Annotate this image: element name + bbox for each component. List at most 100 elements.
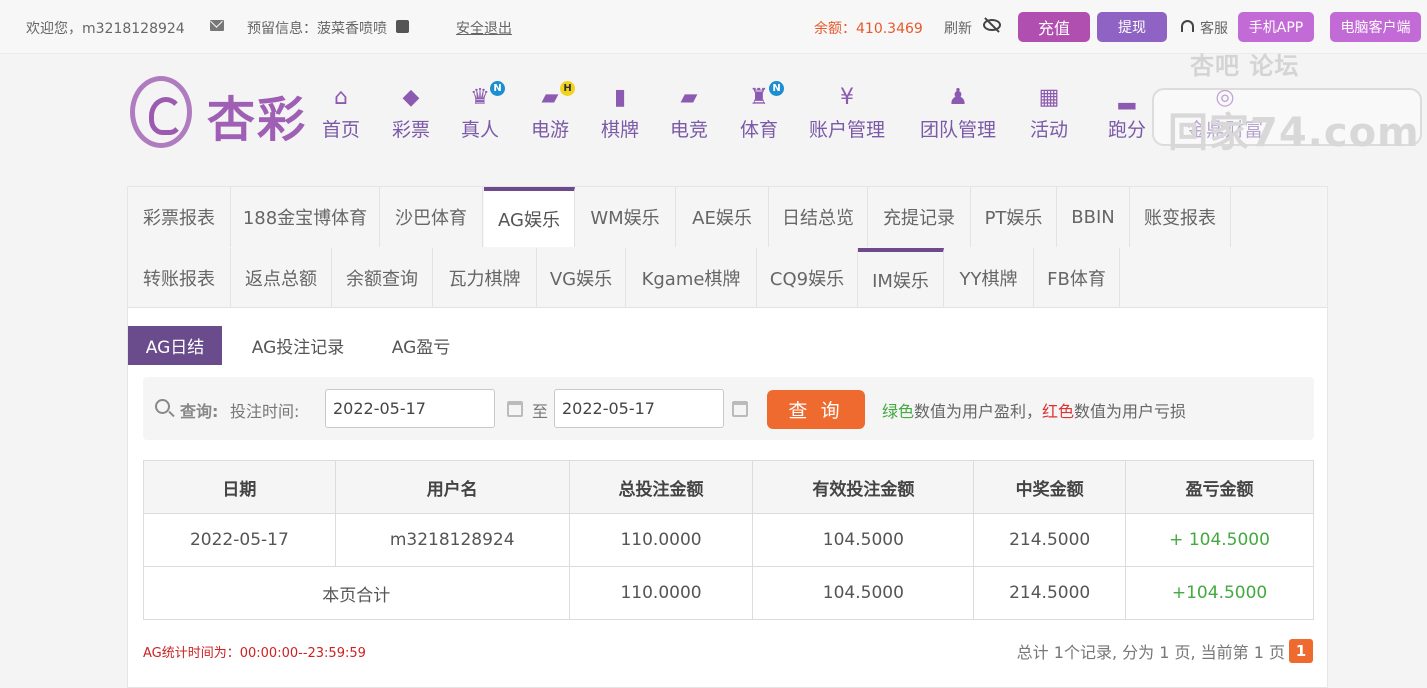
logo-text: 杏彩 xyxy=(207,92,308,148)
end-date-input[interactable] xyxy=(554,389,724,428)
nav-label: 首页 xyxy=(322,119,361,141)
nav-label: 电游 xyxy=(531,119,570,141)
cell-profit-loss: + 104.5000 xyxy=(1125,513,1314,567)
calendar-icon[interactable] xyxy=(507,401,523,417)
cell-total-bet: 110.0000 xyxy=(568,513,754,567)
tab-report_tabs_row2-1[interactable]: 返点总额 xyxy=(231,248,332,308)
tab-report_tabs_row2-7[interactable]: IM娱乐 xyxy=(858,248,944,308)
nav-badge: N xyxy=(490,81,505,96)
nav-label: 跑分 xyxy=(1108,119,1147,141)
recharge-button[interactable]: 充值 xyxy=(1018,12,1090,42)
gamepad-icon: ▰ H xyxy=(535,81,575,110)
customer-service-link[interactable]: 客服 xyxy=(1200,18,1228,38)
nav-label: 彩票 xyxy=(392,119,431,141)
col-header-date: 日期 xyxy=(143,460,336,514)
nav-item-8[interactable]: ♟ 团队管理 xyxy=(920,86,996,142)
nav-label: 活动 xyxy=(1030,119,1069,141)
nav-item-4[interactable]: ▮ 棋牌 xyxy=(601,86,639,142)
table-header-row: 日期 用户名 总投注金额 有效投注金额 中奖金额 盈亏金额 xyxy=(143,460,1314,514)
tab-report_tabs_row1-5[interactable]: AE娱乐 xyxy=(676,187,769,247)
tab-report_tabs_row1-4[interactable]: WM娱乐 xyxy=(575,187,676,247)
tab-report_tabs_row1-6[interactable]: 日结总览 xyxy=(769,187,868,247)
nav-item-6[interactable]: ♜ N 体育 xyxy=(740,81,784,142)
lottery-ticket-icon: ◆ xyxy=(402,85,420,110)
nav-item-10[interactable]: ▂ 跑分 xyxy=(1108,86,1146,142)
col-header-valid-bet: 有效投注金额 xyxy=(752,460,975,514)
tab-report_tabs_row2-0[interactable]: 转账报表 xyxy=(128,248,231,308)
calendar-icon[interactable] xyxy=(732,401,748,417)
trophy-icon: ♜ N xyxy=(744,81,784,110)
refresh-link[interactable]: 刷新 xyxy=(944,18,972,38)
total-winnings: 214.5000 xyxy=(973,566,1127,620)
nav-item-3[interactable]: ▰ H 电游 xyxy=(531,81,575,142)
balance-text: 余额：410.3469 xyxy=(814,21,923,37)
nav-item-7[interactable]: ¥ 账户管理 xyxy=(809,86,885,142)
edit-icon[interactable] xyxy=(396,20,409,33)
cell-valid-bet: 104.5000 xyxy=(752,513,975,567)
tab-report_tabs_row1-8[interactable]: PT娱乐 xyxy=(971,187,1057,247)
subtab-2[interactable]: AG盈亏 xyxy=(377,326,465,365)
nav-label: 棋牌 xyxy=(601,119,640,141)
tab-report_tabs_row1-3[interactable]: AG娱乐 xyxy=(484,187,575,247)
table-row: 2022-05-17 m3218128924 110.0000 104.5000… xyxy=(143,513,1314,567)
nav-label: 体育 xyxy=(740,119,779,141)
pager-summary: 总计 1个记录, 分为 1 页, 当前第 1 页 xyxy=(1016,643,1285,662)
esports-gamepad-icon: ▰ xyxy=(680,85,698,110)
nav-label: 电竞 xyxy=(670,119,709,141)
tab-report_tabs_row2-6[interactable]: CQ9娱乐 xyxy=(757,248,858,308)
tab-report_tabs_row1-2[interactable]: 沙巴体育 xyxy=(380,187,483,247)
headset-icon xyxy=(1181,20,1194,32)
tab-report_tabs_row1-1[interactable]: 188金宝博体育 xyxy=(231,187,380,247)
logo-emblem-icon xyxy=(130,76,192,148)
watermark-top: 杏吧 论坛 xyxy=(1190,52,1300,80)
tab-report_tabs_row2-3[interactable]: 瓦力棋牌 xyxy=(433,248,537,308)
logout-link[interactable]: 安全退出 xyxy=(456,18,512,38)
gift-icon: ▦ xyxy=(1038,85,1060,110)
nav-badge: N xyxy=(769,81,784,96)
tab-report_tabs_row2-8[interactable]: YY棋牌 xyxy=(944,248,1034,308)
bet-time-label: 投注时间: xyxy=(230,402,300,421)
subtab-0[interactable]: AG日结 xyxy=(128,326,222,365)
nav-item-2[interactable]: ♛ N 真人 xyxy=(461,81,505,142)
nav-label: 真人 xyxy=(461,119,500,141)
col-header-username: 用户名 xyxy=(334,460,570,514)
col-header-profit-loss: 盈亏金额 xyxy=(1125,460,1314,514)
mail-icon[interactable] xyxy=(210,20,224,31)
tab-report_tabs_row1-7[interactable]: 充提记录 xyxy=(868,187,971,247)
page-button-current[interactable]: 1 xyxy=(1289,639,1313,663)
start-date-input[interactable] xyxy=(325,389,495,428)
pc-client-button[interactable]: 电脑客户端 xyxy=(1330,12,1421,42)
total-label: 本页合计 xyxy=(143,566,570,620)
reserved-info: 预留信息：菠菜香喷喷 xyxy=(247,21,387,37)
nav-item-9[interactable]: ▦ 活动 xyxy=(1030,86,1068,142)
query-button[interactable]: 查 询 xyxy=(767,390,865,429)
query-label: 查询: xyxy=(180,402,219,421)
hide-balance-icon[interactable] xyxy=(983,19,1001,31)
cell-date: 2022-05-17 xyxy=(143,513,336,567)
tab-report_tabs_row2-4[interactable]: VG娱乐 xyxy=(537,248,626,308)
report-tabs: 彩票报表 188金宝博体育 沙巴体育 AG娱乐 WM娱乐 AE娱乐 日结总览 充提记录 PT娱乐… xyxy=(128,187,1327,308)
cell-winnings: 214.5000 xyxy=(973,513,1127,567)
tab-report_tabs_row2-9[interactable]: FB体育 xyxy=(1034,248,1120,308)
tab-report_tabs_row2-2[interactable]: 余额查询 xyxy=(332,248,433,308)
mobile-app-button[interactable]: 手机APP xyxy=(1238,12,1314,42)
tab-report_tabs_row1-0[interactable]: 彩票报表 xyxy=(128,187,231,247)
query-bar: 查询: 投注时间: 至 查 询 绿色数值为用户盈利，红色数值为用户亏损 xyxy=(143,377,1314,440)
subtab-1[interactable]: AG投注记录 xyxy=(240,326,356,365)
stat-time-note: AG统计时间为：00:00:00--23:59:59 xyxy=(143,646,366,661)
tab-report_tabs_row1-10[interactable]: 账变报表 xyxy=(1130,187,1231,247)
col-header-total-bet: 总投注金额 xyxy=(568,460,754,514)
welcome-text: 欢迎您，m3218128924 xyxy=(26,21,185,37)
total-profit-loss: +104.5000 xyxy=(1125,566,1314,620)
nav-item-0[interactable]: ⌂ 首页 xyxy=(322,86,360,142)
nav-item-1[interactable]: ◆ 彩票 xyxy=(392,86,430,142)
cell-username: m3218128924 xyxy=(334,513,570,567)
pagination: 总计 1个记录, 分为 1 页, 当前第 1 页 1 xyxy=(1017,639,1313,663)
total-valid-bet: 104.5000 xyxy=(752,566,975,620)
nav-label: 团队管理 xyxy=(920,119,997,141)
nav-label: 账户管理 xyxy=(809,119,886,141)
nav-item-5[interactable]: ▰ 电竞 xyxy=(670,86,708,142)
tab-report_tabs_row2-5[interactable]: Kgame棋牌 xyxy=(626,248,757,308)
withdraw-button[interactable]: 提现 xyxy=(1097,12,1167,42)
tab-report_tabs_row1-9[interactable]: BBIN xyxy=(1057,187,1130,247)
